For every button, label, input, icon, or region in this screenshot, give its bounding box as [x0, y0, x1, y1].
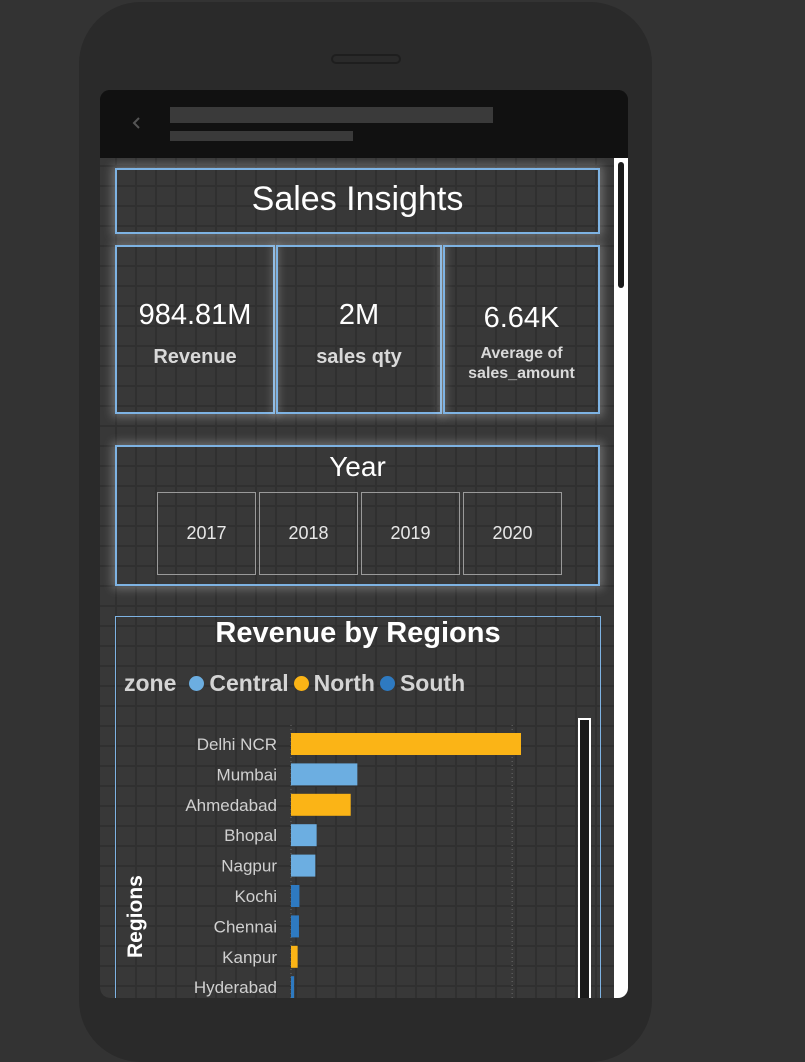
chevron-left-icon[interactable]: [129, 112, 143, 134]
year-slicer-title: Year: [329, 451, 386, 482]
kpi-label-average-line2: sales_amount: [468, 365, 575, 382]
category-label: Hyderabad: [194, 978, 277, 997]
bar-plot-area: Delhi NCR Mumbai Ahmedabad Bhopal Nagpur Koch…: [185, 725, 521, 998]
phone-screen: Sales Insights 984.81M Revenue 2M sales …: [100, 90, 628, 998]
category-label: Ahmedabad: [185, 796, 277, 815]
header-subtitle-placeholder: [170, 131, 353, 141]
kpi-card-average-sales-amount[interactable]: 6.64K Average of sales_amount: [443, 245, 600, 414]
year-button-2017[interactable]: 2017: [157, 492, 256, 575]
kpi-label-sales-qty: sales qty: [316, 346, 402, 368]
kpi-value-average: 6.64K: [483, 302, 560, 334]
kpi-label-average-line1: Average of: [480, 345, 563, 362]
app-header: [100, 90, 628, 158]
kpi-label-revenue: Revenue: [153, 346, 237, 368]
header-title-placeholder: [170, 107, 493, 123]
page-title: Sales Insights: [251, 180, 464, 218]
category-label: Kanpur: [222, 948, 277, 967]
bar-bhopal[interactable]: [291, 824, 317, 847]
kpi-card-revenue[interactable]: 984.81M Revenue: [115, 245, 275, 414]
category-label: Mumbai: [217, 765, 277, 784]
category-label: Kochi: [234, 887, 277, 906]
category-label: Bhopal: [224, 826, 277, 845]
bar-hyderabad[interactable]: [291, 976, 295, 998]
year-button-2020[interactable]: 2020: [463, 492, 562, 575]
revenue-by-regions-chart[interactable]: Revenue by Regions zone Central North So…: [115, 616, 601, 998]
category-label: Delhi NCR: [197, 735, 277, 754]
bar-nagpur[interactable]: [291, 854, 316, 877]
year-button-2018[interactable]: 2018: [259, 492, 358, 575]
chart-scrollbar[interactable]: [578, 718, 591, 998]
page-scrollbar-thumb[interactable]: [618, 162, 624, 288]
kpi-value-revenue: 984.81M: [138, 299, 252, 331]
year-button-2019[interactable]: 2019: [361, 492, 460, 575]
kpi-value-sales-qty: 2M: [338, 299, 380, 331]
bar-chennai[interactable]: [291, 915, 299, 938]
bar-mumbai[interactable]: [291, 763, 358, 786]
bar-kanpur[interactable]: [291, 945, 298, 968]
phone-frame: Sales Insights 984.81M Revenue 2M sales …: [79, 2, 652, 1062]
category-label: Chennai: [214, 917, 277, 936]
bar-ahmedabad[interactable]: [291, 793, 351, 816]
category-label: Nagpur: [221, 857, 277, 876]
bar-kochi[interactable]: [291, 885, 300, 907]
report-canvas: Sales Insights 984.81M Revenue 2M sales …: [100, 158, 614, 998]
bar-delhi-ncr[interactable]: [291, 733, 521, 755]
title-card: Sales Insights: [115, 168, 600, 234]
year-slicer: Year 2017 2018 2019 2020: [115, 445, 600, 586]
kpi-card-sales-qty[interactable]: 2M sales qty: [276, 245, 442, 414]
year-options: 2017 2018 2019 2020: [157, 492, 565, 575]
phone-speaker: [331, 54, 401, 64]
page-scrollbar[interactable]: [614, 158, 628, 998]
